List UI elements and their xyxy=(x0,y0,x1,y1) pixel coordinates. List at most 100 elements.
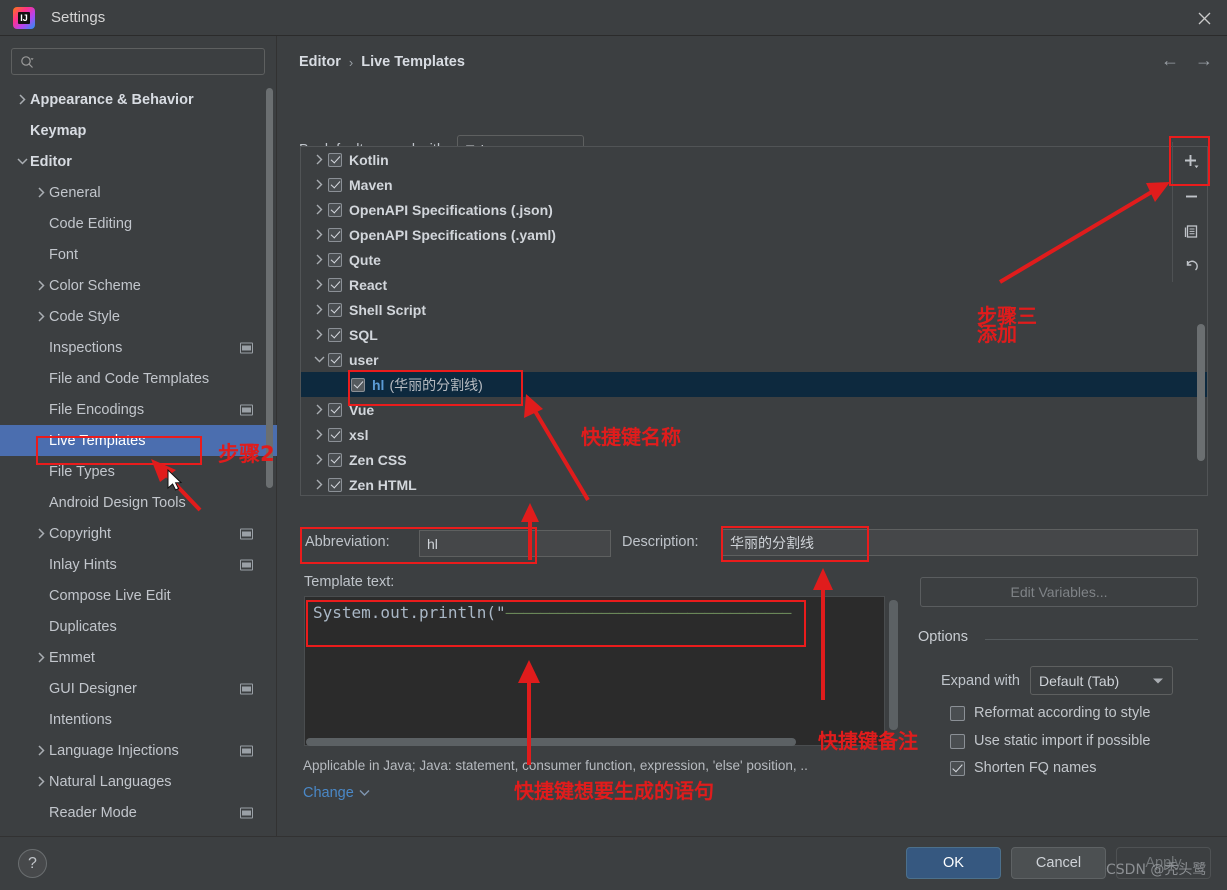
duplicate-template-button[interactable] xyxy=(1178,219,1206,244)
chevron-right-icon[interactable] xyxy=(311,404,328,415)
template-group-row[interactable]: user xyxy=(301,347,1207,372)
template-item-row[interactable]: hl (华丽的分割线) xyxy=(301,372,1207,397)
checkbox-icon[interactable] xyxy=(328,402,342,417)
sidebar-item-file-types[interactable]: File Types xyxy=(0,456,277,487)
template-group-row[interactable]: Zen HTML xyxy=(301,472,1207,495)
checkbox-icon[interactable] xyxy=(328,277,342,292)
breadcrumb-parent[interactable]: Editor xyxy=(299,54,341,70)
sidebar-item-compose-live-edit[interactable]: Compose Live Edit xyxy=(0,580,277,611)
chevron-right-icon[interactable] xyxy=(311,229,328,240)
restore-defaults-button[interactable] xyxy=(1178,254,1206,279)
editor-horizontal-scrollbar[interactable] xyxy=(306,738,796,746)
sidebar-item-natural-languages[interactable]: Natural Languages xyxy=(0,766,277,797)
checkbox-icon[interactable] xyxy=(328,452,342,467)
checkbox-icon[interactable] xyxy=(328,302,342,317)
sidebar-item-reader-mode[interactable]: Reader Mode xyxy=(0,797,277,828)
sidebar-item-language-injections[interactable]: Language Injections xyxy=(0,735,277,766)
checkbox-icon[interactable] xyxy=(328,252,342,267)
abbreviation-input[interactable]: hl xyxy=(419,530,611,557)
arrow-right-icon[interactable]: → xyxy=(1195,50,1213,71)
remove-template-button[interactable] xyxy=(1178,184,1206,209)
chevron-right-icon[interactable] xyxy=(14,94,30,105)
sidebar-item-general[interactable]: General xyxy=(0,177,277,208)
sidebar-item-inlay-hints[interactable]: Inlay Hints xyxy=(0,549,277,580)
template-group-row[interactable]: React xyxy=(301,272,1207,297)
option-shorten-fq-names[interactable]: Shorten FQ names xyxy=(950,760,1097,776)
checkbox-icon[interactable] xyxy=(328,352,342,367)
sidebar-item-code-style[interactable]: Code Style xyxy=(0,301,277,332)
chevron-right-icon[interactable] xyxy=(33,745,49,756)
checkbox-icon[interactable] xyxy=(328,177,342,192)
template-group-row[interactable]: xsl xyxy=(301,422,1207,447)
change-context-link[interactable]: Change xyxy=(303,785,370,801)
sidebar-item-font[interactable]: Font xyxy=(0,239,277,270)
sidebar-item-android-design-tools[interactable]: Android Design Tools xyxy=(0,487,277,518)
checkbox-icon[interactable] xyxy=(328,477,342,492)
chevron-right-icon[interactable] xyxy=(311,279,328,290)
close-icon[interactable] xyxy=(1181,0,1227,36)
checkbox-icon[interactable] xyxy=(328,227,342,242)
arrow-left-icon[interactable]: ← xyxy=(1161,50,1179,71)
checkbox-icon[interactable] xyxy=(328,202,342,217)
chevron-down-icon[interactable] xyxy=(14,157,30,166)
option-reformat-according-to-style[interactable]: Reformat according to style xyxy=(950,705,1151,721)
chevron-right-icon[interactable] xyxy=(33,280,49,291)
sidebar-item-color-scheme[interactable]: Color Scheme xyxy=(0,270,277,301)
template-group-row[interactable]: OpenAPI Specifications (.json) xyxy=(301,197,1207,222)
option-use-static-import[interactable]: Use static import if possible xyxy=(950,733,1150,749)
chevron-right-icon[interactable] xyxy=(311,154,328,165)
add-template-button[interactable] xyxy=(1178,149,1206,174)
chevron-right-icon[interactable] xyxy=(33,776,49,787)
sidebar-item-emmet[interactable]: Emmet xyxy=(0,642,277,673)
chevron-right-icon[interactable] xyxy=(33,652,49,663)
expand-with-combo[interactable]: Default (Tab) xyxy=(1030,666,1173,695)
chevron-right-icon[interactable] xyxy=(33,187,49,198)
sidebar-item-appearance-behavior[interactable]: Appearance & Behavior xyxy=(0,84,277,115)
chevron-right-icon[interactable] xyxy=(311,454,328,465)
template-group-row[interactable]: OpenAPI Specifications (.yaml) xyxy=(301,222,1207,247)
template-group-row[interactable]: Maven xyxy=(301,172,1207,197)
chevron-down-icon[interactable] xyxy=(311,355,328,364)
sidebar-item-file-encodings[interactable]: File Encodings xyxy=(0,394,277,425)
sidebar-scrollbar[interactable] xyxy=(266,88,273,488)
checkbox-icon[interactable] xyxy=(351,377,365,392)
chevron-right-icon[interactable] xyxy=(311,204,328,215)
sidebar-item-gui-designer[interactable]: GUI Designer xyxy=(0,673,277,704)
template-group-row[interactable]: Shell Script xyxy=(301,297,1207,322)
sidebar-item-editor[interactable]: Editor xyxy=(0,146,277,177)
chevron-right-icon[interactable] xyxy=(311,179,328,190)
template-list-scrollbar[interactable] xyxy=(1197,324,1205,461)
checkbox-icon[interactable] xyxy=(328,152,342,167)
template-text-editor[interactable]: System.out.println("————————————————————… xyxy=(304,596,904,746)
template-group-row[interactable]: Zen CSS xyxy=(301,447,1207,472)
sidebar-item-keymap[interactable]: Keymap xyxy=(0,115,277,146)
ok-button[interactable]: OK xyxy=(906,847,1001,879)
help-question-icon[interactable]: ? xyxy=(18,849,47,878)
sidebar-item-live-templates[interactable]: Live Templates xyxy=(0,425,277,456)
template-group-row[interactable]: Qute xyxy=(301,247,1207,272)
sidebar-item-code-editing[interactable]: Code Editing xyxy=(0,208,277,239)
cancel-button[interactable]: Cancel xyxy=(1011,847,1106,879)
chevron-right-icon[interactable] xyxy=(311,304,328,315)
template-group-row[interactable]: SQL xyxy=(301,322,1207,347)
checkbox-icon[interactable] xyxy=(328,327,342,342)
checkbox-icon[interactable] xyxy=(328,427,342,442)
chevron-right-icon[interactable] xyxy=(311,254,328,265)
sidebar-item-file-and-code-templates[interactable]: File and Code Templates xyxy=(0,363,277,394)
chevron-right-icon[interactable] xyxy=(311,329,328,340)
sidebar-item-duplicates[interactable]: Duplicates xyxy=(0,611,277,642)
template-list[interactable]: Kotlin Maven OpenAPI Specifications (.json… xyxy=(300,146,1208,496)
chevron-right-icon[interactable] xyxy=(33,311,49,322)
template-group-row[interactable]: Kotlin xyxy=(301,147,1207,172)
chevron-right-icon[interactable] xyxy=(33,528,49,539)
sidebar-item-intentions[interactable]: Intentions xyxy=(0,704,277,735)
search-box[interactable] xyxy=(11,48,265,75)
search-input[interactable] xyxy=(34,53,264,70)
edit-variables-button[interactable]: Edit Variables... xyxy=(920,577,1198,607)
sidebar-item-inspections[interactable]: Inspections xyxy=(0,332,277,363)
chevron-right-icon[interactable] xyxy=(311,429,328,440)
chevron-right-icon[interactable] xyxy=(311,479,328,490)
template-group-row[interactable]: Vue xyxy=(301,397,1207,422)
description-input[interactable]: 华丽的分割线 xyxy=(722,529,1198,556)
editor-vertical-scrollbar[interactable] xyxy=(889,600,898,730)
